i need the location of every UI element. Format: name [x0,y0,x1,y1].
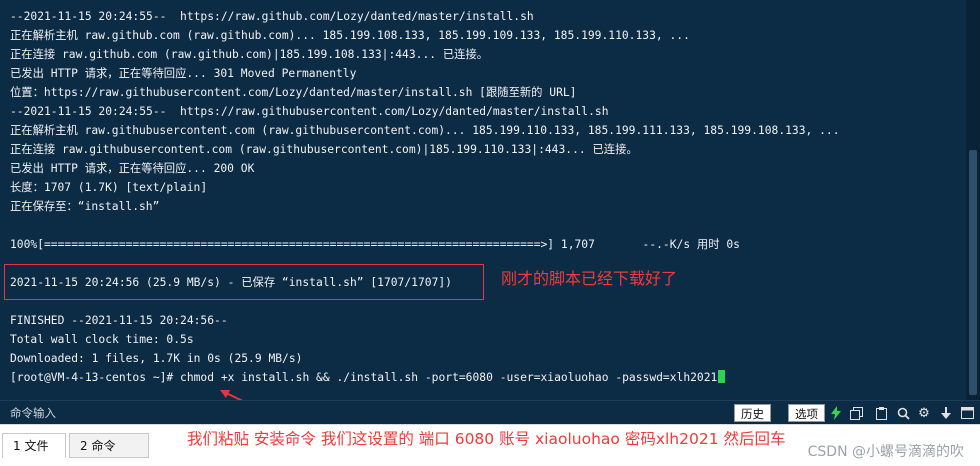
terminal-line: --2021-11-15 20:24:55-- https://raw.gith… [10,10,534,23]
command-input-label: 命令输入 [10,406,56,420]
window-icon[interactable] [959,404,975,422]
terminal-line: 正在连接 raw.githubusercontent.com (raw.gith… [10,143,638,156]
terminal-cursor [718,370,726,383]
terminal-line: 已发出 HTTP 请求，正在等待回应... 200 OK [10,162,255,175]
prompt-command: [root@VM-4-13-centos ~]# chmod +x instal… [10,371,718,384]
copy-icon[interactable] [848,404,864,422]
scrollbar-thumb[interactable] [969,150,977,395]
flash-icon[interactable] [828,404,844,422]
highlight-box [4,264,484,300]
terminal-line: 已发出 HTTP 请求，正在等待回应... 301 Moved Permanen… [10,67,357,80]
tab-files[interactable]: 1 文件 [2,433,66,458]
options-button[interactable]: 选项 [788,404,825,422]
terminal-line: Total wall clock time: 0.5s [10,333,194,346]
terminal-line: FINISHED --2021-11-15 20:24:56-- [10,314,228,327]
history-button[interactable]: 历史 [734,404,771,422]
terminal-output[interactable]: --2021-11-15 20:24:55-- https://raw.gith… [0,0,980,400]
annotation-script-downloaded: 刚才的脚本已经下载好了 [501,269,678,288]
terminal-line: 正在保存至：“install.sh” [10,200,160,213]
terminal-lines: --2021-11-15 20:24:55-- https://raw.gith… [10,7,964,387]
terminal-line: 长度：1707 (1.7K) [text/plain] [10,181,208,194]
terminal-line: 正在解析主机 raw.githubusercontent.com (raw.gi… [10,124,840,137]
annotation-paste-instruction: 我们粘贴 安装命令 我们这设置的 端口 6080 账号 xiaoluohao 密… [187,430,786,448]
search-icon[interactable] [895,404,911,422]
terminal-line: 位置：https://raw.githubusercontent.com/Loz… [10,86,577,99]
command-input-bar[interactable]: 命令输入 历史 选项 ⚙ [0,400,980,424]
watermark: CSDN @小螺号滴滴的吹 [807,444,964,460]
tab-commands[interactable]: 2 命令 [69,433,149,458]
terminal-line: 正在连接 raw.github.com (raw.github.com)|185… [10,48,489,61]
gear-icon[interactable]: ⚙ [916,404,932,422]
terminal-prompt-line[interactable]: [root@VM-4-13-centos ~]# chmod +x instal… [10,368,964,387]
download-icon[interactable] [938,404,954,422]
terminal-scrollbar[interactable] [966,0,980,400]
terminal-line: 正在解析主机 raw.github.com (raw.github.com)..… [10,29,690,42]
red-arrow-annotation [220,390,243,400]
terminal-line: --2021-11-15 20:24:55-- https://raw.gith… [10,105,609,118]
terminal-line: Downloaded: 1 files, 1.7K in 0s (25.9 MB… [10,352,303,365]
paste-icon[interactable] [873,404,889,422]
terminal-progress-line: 100%[===================================… [10,238,740,251]
